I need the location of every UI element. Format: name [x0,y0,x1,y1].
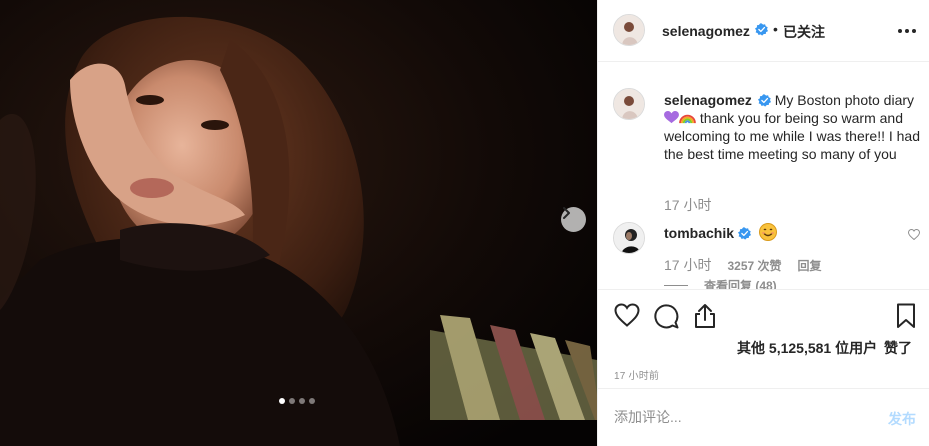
next-photo-button[interactable] [561,207,586,232]
post-caption: selenagomez My Boston photo diary thank … [664,91,920,163]
avatar[interactable] [613,14,645,46]
instagram-post: selenagomez • 已关注 selenagomez My Boston … [0,0,929,446]
follow-status-button[interactable]: 已关注 [783,22,825,42]
comment-username[interactable]: tombachik [664,225,734,241]
chevron-right-icon [563,207,570,219]
header-username[interactable]: selenagomez [662,23,750,39]
comment-likes-link[interactable]: 3257 次赞 [727,257,781,274]
save-bookmark-icon[interactable] [896,303,916,329]
carousel-dot [289,398,295,404]
comment-input[interactable] [614,407,864,427]
comment-bubble-icon[interactable] [653,303,679,329]
like-heart-icon[interactable] [614,303,640,327]
comment-timestamp[interactable]: 17 小时 [664,255,711,275]
purple-heart-icon [664,111,679,124]
comment-meta: 17 小时 3257 次赞 回复 [664,255,822,275]
verified-badge-icon [755,23,768,36]
caption-text-end: thank you for being so warm and welcomin… [664,110,921,162]
profile-photo [614,223,644,253]
caption-username[interactable]: selenagomez [664,92,752,108]
carousel-dot [309,398,315,404]
post-actions: 其他 5,125,581 位用户 赞了 17 小时前 [598,289,929,389]
verified-badge-icon [757,94,771,107]
share-icon[interactable] [694,303,716,329]
post-comment-button[interactable]: 发布 [888,409,916,429]
carousel-dot [279,398,285,404]
post-header: selenagomez • 已关注 [598,0,929,62]
photo-image [0,0,597,446]
verified-badge-icon [737,227,751,240]
header-separator: • [773,21,778,37]
post-photo[interactable] [0,0,597,446]
more-options-icon[interactable] [898,29,916,33]
comments-area: selenagomez My Boston photo diary thank … [598,63,929,289]
comment-like-heart-icon[interactable] [908,229,920,240]
caption-text-start: My Boston photo diary [774,92,915,108]
add-comment-bar: 发布 [598,390,929,446]
post-timestamp[interactable]: 17 小时前 [614,367,659,382]
caption-timestamp[interactable]: 17 小时 [664,195,711,215]
likes-suffix: 赞了 [884,340,912,356]
avatar[interactable] [613,88,645,120]
reply-button[interactable]: 回复 [798,257,822,274]
profile-photo [614,89,644,119]
divider-line [664,285,688,286]
profile-photo [614,15,644,45]
carousel-indicator [279,398,315,404]
likes-prefix: 其他 [737,340,766,356]
likes-summary[interactable]: 其他 5,125,581 位用户 赞了 [737,338,912,358]
post-side-panel: selenagomez • 已关注 selenagomez My Boston … [597,0,929,446]
carousel-dot [299,398,305,404]
smiling-face-icon [758,223,777,241]
likes-middle: 位用户 [835,340,878,356]
view-replies-label: 查看回复 (48) [704,279,777,289]
comment-line: tombachik [664,223,777,241]
avatar[interactable] [613,222,645,254]
likes-count: 5,125,581 [768,340,832,356]
view-replies-button[interactable]: 查看回复 (48) [664,277,777,289]
rainbow-icon [679,114,696,124]
